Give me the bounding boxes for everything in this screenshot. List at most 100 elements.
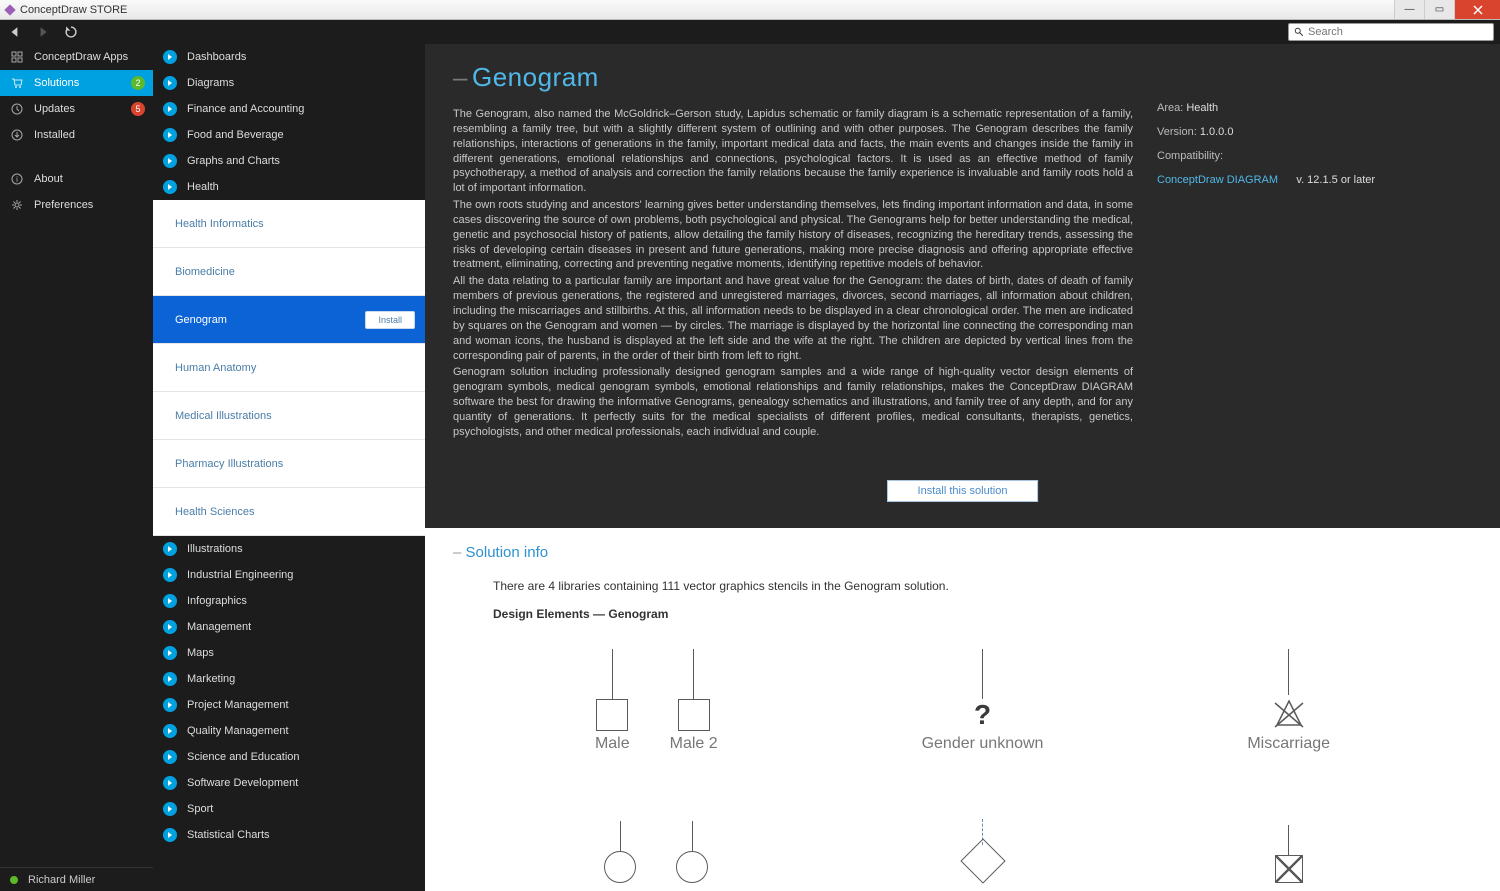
- sub-label: Genogram: [175, 314, 227, 326]
- solution-info-section[interactable]: – Solution info There are 4 libraries co…: [425, 528, 1500, 891]
- cat-infographics[interactable]: Infographics: [153, 588, 425, 614]
- sub-health-informatics[interactable]: Health Informatics: [153, 200, 425, 248]
- cat-dashboards[interactable]: Dashboards: [153, 44, 425, 70]
- sub-human-anatomy[interactable]: Human Anatomy: [153, 344, 425, 392]
- stencil-label: Gender unknown: [922, 735, 1044, 753]
- compat-version: v. 12.1.5 or later: [1296, 174, 1375, 186]
- nav-forward-button[interactable]: [34, 23, 52, 41]
- cat-graphs[interactable]: Graphs and Charts: [153, 148, 425, 174]
- cat-label: Project Management: [187, 699, 289, 711]
- cat-label: Illustrations: [187, 543, 243, 555]
- sidebar-item-apps[interactable]: ConceptDraw Apps: [0, 44, 153, 70]
- expand-icon: [163, 750, 177, 764]
- cat-quality[interactable]: Quality Management: [153, 718, 425, 744]
- expand-icon: [163, 802, 177, 816]
- cat-label: Graphs and Charts: [187, 155, 280, 167]
- install-solution-button[interactable]: Install this solution: [887, 480, 1039, 502]
- solutions-badge: 2: [131, 76, 145, 90]
- cat-sport[interactable]: Sport: [153, 796, 425, 822]
- stencil-label: Male 2: [670, 735, 718, 753]
- search-icon: [1294, 27, 1304, 37]
- cat-label: Health: [187, 181, 219, 193]
- sidebar-item-label: Updates: [34, 103, 75, 115]
- window-close-button[interactable]: [1454, 0, 1500, 19]
- sidebar-item-solutions[interactable]: Solutions 2: [0, 70, 153, 96]
- cat-marketing[interactable]: Marketing: [153, 666, 425, 692]
- sub-label: Human Anatomy: [175, 362, 256, 374]
- sub-medical-illustrations[interactable]: Medical Illustrations: [153, 392, 425, 440]
- stencil-female2: [676, 793, 708, 883]
- cat-finance[interactable]: Finance and Accounting: [153, 96, 425, 122]
- meta-area-label: Area:: [1157, 102, 1183, 114]
- app-icon: [4, 4, 15, 15]
- expand-icon: [163, 620, 177, 634]
- sub-genogram[interactable]: Genogram Install: [153, 296, 425, 344]
- info-subhead: Design Elements — Genogram: [493, 607, 1472, 621]
- expand-icon: [163, 698, 177, 712]
- cat-label: Diagrams: [187, 77, 234, 89]
- sub-biomedicine[interactable]: Biomedicine: [153, 248, 425, 296]
- sidebar-item-preferences[interactable]: Preferences: [0, 192, 153, 218]
- cat-industrial[interactable]: Industrial Engineering: [153, 562, 425, 588]
- sub-health-sciences[interactable]: Health Sciences: [153, 488, 425, 536]
- expand-icon: [163, 154, 177, 168]
- cat-project[interactable]: Project Management: [153, 692, 425, 718]
- sub-label: Medical Illustrations: [175, 410, 272, 422]
- sub-label: Pharmacy Illustrations: [175, 458, 283, 470]
- hero-paragraph: The Genogram, also named the McGoldrick–…: [453, 107, 1133, 196]
- health-sublist: Health Informatics Biomedicine Genogram …: [153, 200, 425, 536]
- titlebar: ConceptDraw STORE ― ▭: [0, 0, 1500, 20]
- cat-statistical[interactable]: Statistical Charts: [153, 822, 425, 848]
- search-input[interactable]: [1308, 26, 1488, 38]
- stencil-gender-unknown: ? Gender unknown: [922, 641, 1044, 753]
- hero-section: –Genogram The Genogram, also named the M…: [425, 44, 1500, 472]
- sub-label: Health Sciences: [175, 506, 255, 518]
- content-area: –Genogram The Genogram, also named the M…: [425, 44, 1500, 891]
- info-icon: i: [10, 172, 24, 186]
- category-panel[interactable]: Dashboards Diagrams Finance and Accounti…: [153, 44, 425, 891]
- sub-pharmacy-illustrations[interactable]: Pharmacy Illustrations: [153, 440, 425, 488]
- cat-food[interactable]: Food and Beverage: [153, 122, 425, 148]
- window-minimize-button[interactable]: ―: [1394, 0, 1424, 19]
- install-pill-button[interactable]: Install: [365, 311, 415, 329]
- stencil-label: Miscarriage: [1247, 735, 1330, 753]
- stencil-male: Male: [595, 641, 630, 753]
- sidebar-item-label: ConceptDraw Apps: [34, 51, 128, 63]
- nav-reload-button[interactable]: [62, 23, 80, 41]
- cat-label: Statistical Charts: [187, 829, 270, 841]
- nav-back-button[interactable]: [6, 23, 24, 41]
- cat-software[interactable]: Software Development: [153, 770, 425, 796]
- cart-icon: [10, 76, 24, 90]
- meta-version-label: Version:: [1157, 126, 1197, 138]
- cat-health[interactable]: Health: [153, 174, 425, 200]
- sidebar-item-updates[interactable]: Updates 5: [0, 96, 153, 122]
- solution-info-title: – Solution info: [453, 544, 1472, 561]
- user-name: Richard Miller: [28, 874, 95, 886]
- sidebar-user[interactable]: Richard Miller: [0, 867, 153, 891]
- hero-paragraph: The own roots studying and ancestors' le…: [453, 198, 1133, 272]
- compat-app-link[interactable]: ConceptDraw DIAGRAM: [1157, 174, 1278, 186]
- cat-diagrams[interactable]: Diagrams: [153, 70, 425, 96]
- search-box[interactable]: [1288, 23, 1494, 41]
- cat-maps[interactable]: Maps: [153, 640, 425, 666]
- info-lead: There are 4 libraries containing 111 vec…: [493, 579, 1472, 593]
- cat-label: Marketing: [187, 673, 235, 685]
- window-maximize-button[interactable]: ▭: [1424, 0, 1454, 19]
- expand-icon: [163, 102, 177, 116]
- top-nav: [0, 20, 1500, 44]
- status-dot-icon: [10, 876, 18, 884]
- meta-compat-label: Compatibility:: [1157, 150, 1223, 162]
- meta-version-value: 1.0.0.0: [1200, 126, 1234, 138]
- cat-management[interactable]: Management: [153, 614, 425, 640]
- stencil-male2: Male 2: [670, 641, 718, 753]
- cat-illustrations[interactable]: Illustrations: [153, 536, 425, 562]
- sidebar-item-label: Solutions: [34, 77, 79, 89]
- sidebar-item-about[interactable]: i About: [0, 166, 153, 192]
- cat-science[interactable]: Science and Education: [153, 744, 425, 770]
- sidebar-item-label: Installed: [34, 129, 75, 141]
- stencil-miscarriage: Miscarriage: [1247, 641, 1330, 753]
- cat-label: Science and Education: [187, 751, 300, 763]
- updates-icon: [10, 102, 24, 116]
- cat-label: Sport: [187, 803, 213, 815]
- sidebar-item-installed[interactable]: Installed: [0, 122, 153, 148]
